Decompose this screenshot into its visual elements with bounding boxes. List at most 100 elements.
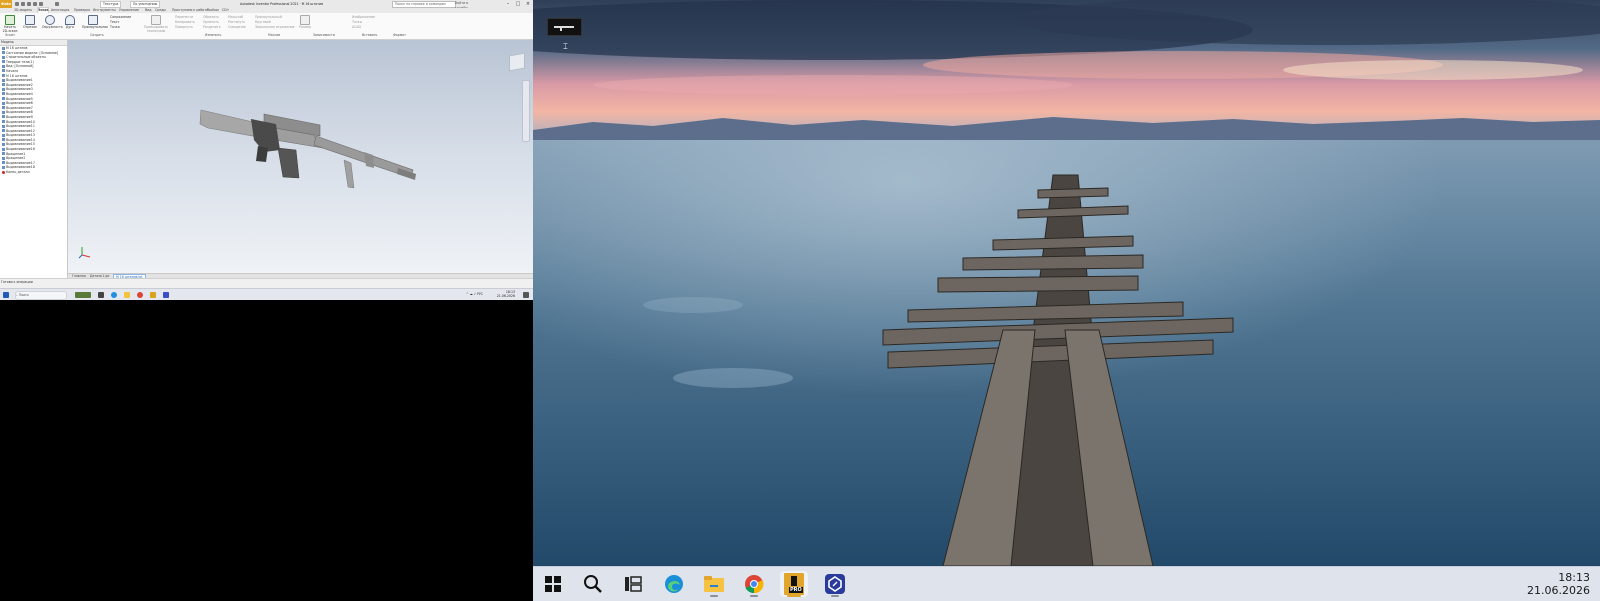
split-button[interactable]: Разделить [203, 25, 221, 29]
notification-icon[interactable] [523, 292, 529, 298]
group-label-constrain: Зависимости [313, 33, 335, 37]
ribbon-panel: Начать 2D-эскиз Отрезок Окружность Дуга … [0, 13, 533, 40]
clock-date: 21.06.2026 [1527, 584, 1590, 597]
project-geometry-button[interactable]: Проецировать геометрию [143, 15, 169, 33]
tree-item-label: М 16 штатив [6, 46, 28, 50]
feature-icon [2, 51, 5, 55]
tree-item-label: Вид: [Основной] [6, 64, 34, 69]
edge-icon[interactable] [660, 571, 688, 597]
taskbar: PRO 18:13 21.06.2026 [533, 566, 1600, 601]
rifle-thumbnail-icon [554, 26, 574, 31]
feature-icon [2, 97, 5, 101]
3d-viewport[interactable] [68, 40, 533, 272]
copy-button[interactable]: Копировать [175, 20, 195, 24]
appearance-dropdown[interactable]: Текстура [100, 1, 122, 8]
system-tray[interactable]: ^ ☁ ♪ РУС [466, 292, 483, 297]
tree-item-label: М 16 штатив [6, 73, 28, 78]
image-button[interactable]: Изображение [352, 15, 375, 19]
open-icon[interactable] [21, 2, 25, 6]
model-tree: М 16 штатив Состояния модели: [Основное] С… [0, 46, 67, 175]
feature-icon [2, 55, 5, 59]
running-indicator [831, 595, 839, 597]
wallpaper [533, 0, 1600, 566]
rect-array-button[interactable]: Прямоугольный [255, 15, 282, 19]
tree-item-label: Выдавливание6 [6, 101, 33, 106]
tree-item-label: Выдавливание14 [6, 137, 35, 142]
circ-array-button[interactable]: Круговой [255, 20, 271, 24]
tree-item-label: Состояния модели: [Основное] [6, 50, 59, 55]
line-button[interactable]: Отрезок [22, 15, 38, 30]
offset-button[interactable]: Смещение [228, 25, 246, 29]
material-dropdown[interactable]: По умолчанию [130, 1, 161, 8]
windows-start-icon[interactable] [3, 292, 9, 298]
circle-button[interactable]: Окружность [42, 15, 63, 30]
fillet-button[interactable]: Сопряжение [110, 15, 131, 19]
move-button[interactable]: Перенести [175, 15, 193, 19]
navigation-bar[interactable] [522, 80, 530, 142]
minimize-icon[interactable]: – [503, 0, 513, 8]
tree-item[interactable]: Конец детали [0, 170, 67, 175]
app-icon[interactable] [163, 292, 169, 298]
mouse-cursor-icon: ⌶ [563, 42, 568, 51]
group-label-modify: Изменить [205, 33, 222, 37]
sign-in-button[interactable]: Войти в службы [455, 1, 481, 10]
file-tab[interactable]: Файл [0, 0, 12, 8]
chevron-up-icon: ^ ☁ ♪ [466, 292, 477, 296]
group-label-create: Создать [90, 33, 104, 37]
start-2d-sketch-button[interactable]: Начать 2D-эскиз [2, 15, 18, 33]
text-button[interactable]: Текст [110, 20, 119, 24]
widget-icon[interactable] [75, 292, 91, 298]
trim-button[interactable]: Обрезать [203, 15, 219, 19]
maximize-icon[interactable]: □ [513, 0, 523, 8]
tree-item-label: Выдавливание17 [6, 160, 35, 165]
feature-icon [2, 147, 5, 151]
tree-item-label: Выдавливание8 [6, 110, 33, 115]
search-icon[interactable] [579, 571, 607, 597]
file-explorer-icon[interactable] [124, 292, 130, 298]
taskbar-clock[interactable]: 18:13 21.06.2026 [1527, 571, 1590, 597]
arc-button[interactable]: Дуга [62, 15, 78, 30]
feature-icon [2, 138, 5, 142]
task-view-icon[interactable] [98, 292, 104, 298]
redo-icon[interactable] [39, 2, 43, 6]
tree-item-label: Выдавливание3 [6, 87, 33, 92]
feature-icon [2, 152, 5, 156]
left-clock[interactable]: 18:13 21.06.2026 [497, 290, 515, 298]
save-icon[interactable] [27, 2, 31, 6]
inventor-pro-icon[interactable]: PRO [780, 571, 808, 597]
inventor-window: Файл Текстура По умолчанию Autodesk Inve… [0, 0, 533, 300]
extend-button[interactable]: Удлинить [203, 20, 219, 24]
rotate-button[interactable]: Повернуть [175, 25, 193, 29]
rectangle-button[interactable]: Прямоугольник [82, 15, 108, 30]
mirror-button[interactable]: Зеркальное отражение [255, 25, 295, 29]
feature-icon [2, 165, 5, 169]
chrome-icon[interactable] [740, 571, 768, 597]
stretch-button[interactable]: Растянуть [228, 20, 245, 24]
help-search-input[interactable]: Поиск по справке и командам [392, 1, 456, 8]
undo-icon[interactable] [33, 2, 37, 6]
app-icon[interactable] [821, 571, 849, 597]
dimension-button[interactable]: Размер [297, 15, 313, 30]
close-icon[interactable]: × [523, 0, 533, 8]
tree-item-label: Выдавливание1 [6, 78, 33, 83]
points-button[interactable]: Точки [352, 20, 362, 24]
left-clock-date: 21.06.2026 [496, 294, 515, 298]
taskbar-search-box[interactable]: ⌕ Поиск [15, 291, 67, 300]
windows-start-icon[interactable] [539, 571, 567, 597]
point-button[interactable]: Точка [110, 25, 120, 29]
feature-icon [2, 106, 5, 110]
edge-icon[interactable] [111, 292, 117, 298]
scale-button[interactable]: Масштаб [228, 15, 243, 19]
new-icon[interactable] [15, 2, 19, 6]
desktop[interactable]: ⌶ [533, 0, 1600, 566]
group-label-format: Формат [393, 33, 406, 37]
viewcube[interactable] [509, 52, 525, 72]
group-label-sketch: Эскиз [5, 33, 15, 37]
acad-button[interactable]: ACAD [352, 25, 361, 29]
file-explorer-icon[interactable] [700, 571, 728, 597]
task-view-icon[interactable] [619, 571, 647, 597]
running-indicator [710, 595, 718, 597]
inventor-pro-icon[interactable] [150, 292, 156, 298]
home-icon[interactable] [55, 2, 59, 6]
chrome-icon[interactable] [137, 292, 143, 298]
